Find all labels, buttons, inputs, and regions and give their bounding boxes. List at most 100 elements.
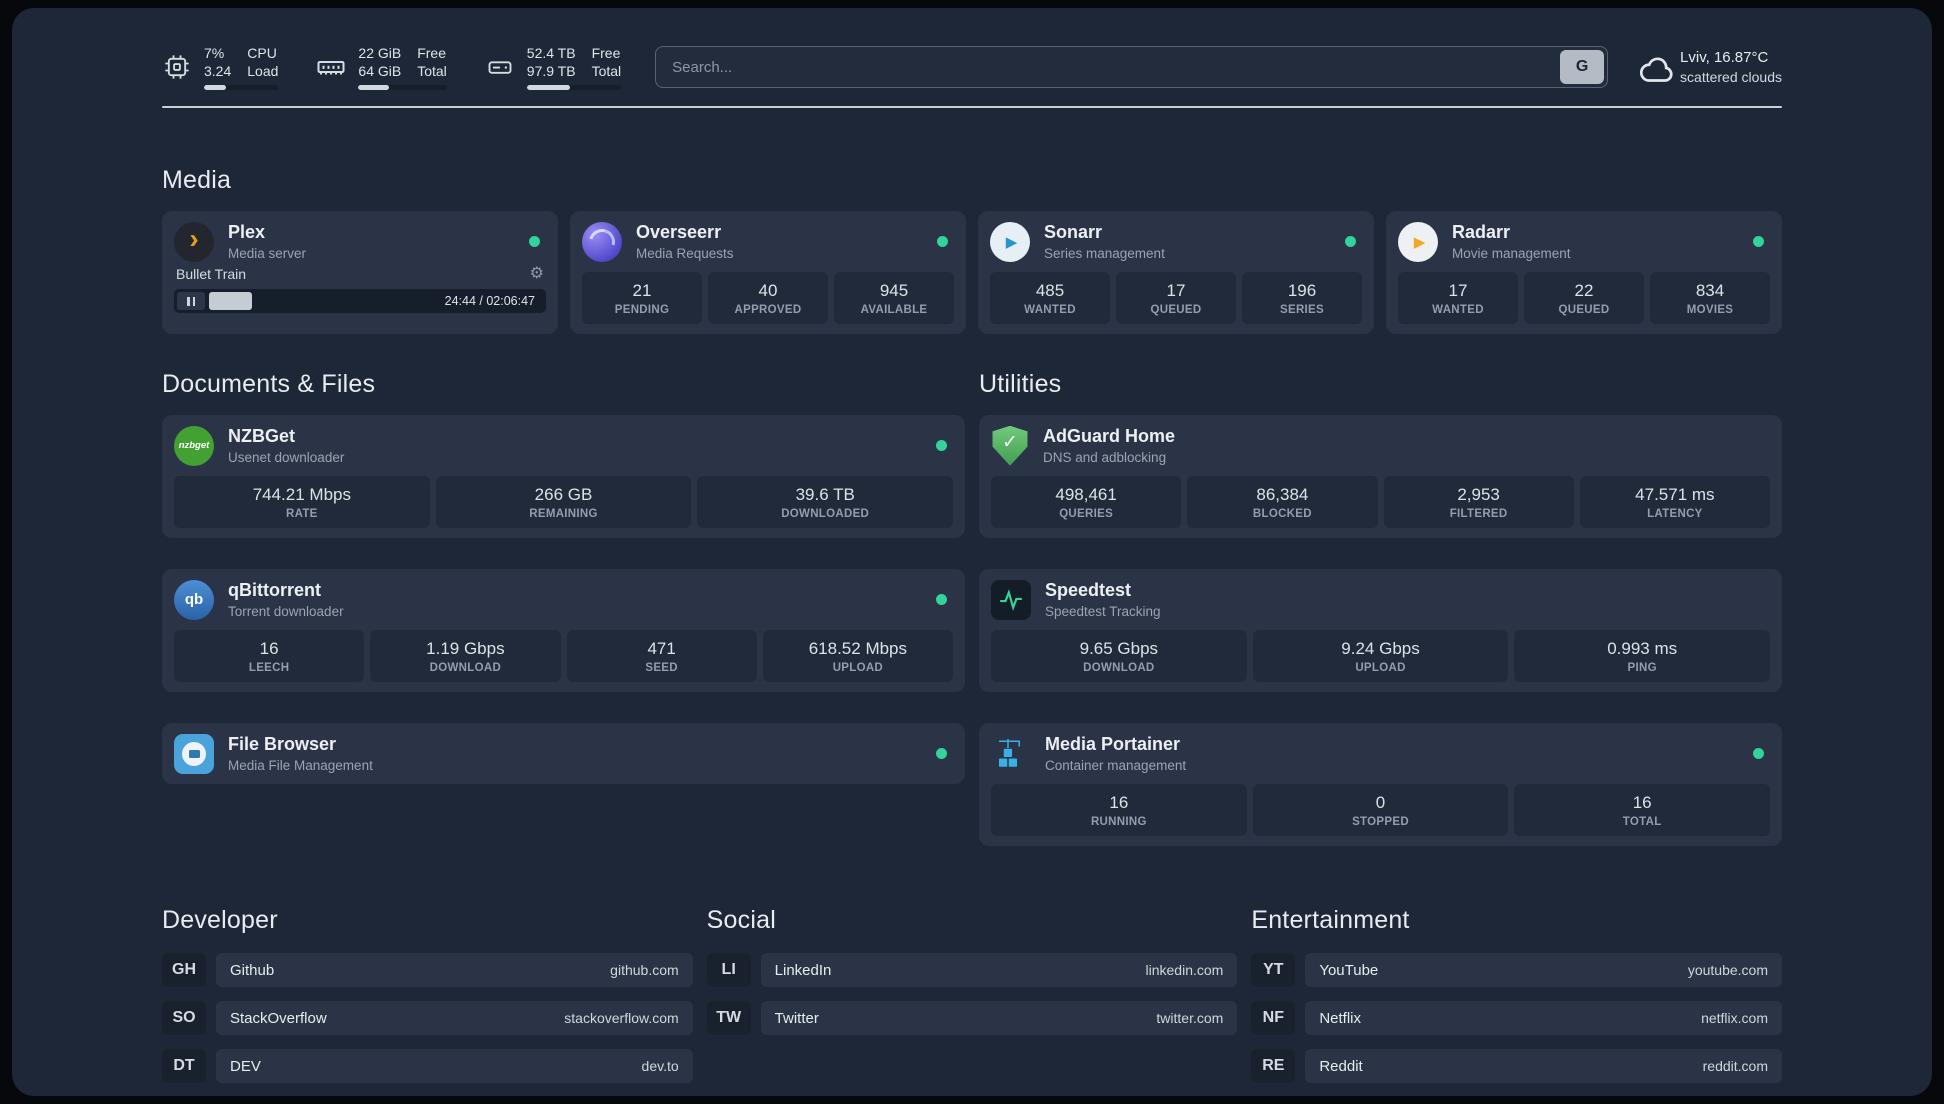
- search-input[interactable]: [655, 46, 1609, 89]
- plex-player-bar: 24:44 / 02:06:47: [174, 289, 546, 314]
- bookmark-stackoverflow[interactable]: SO StackOverflow stackoverflow.com: [162, 1001, 693, 1036]
- bookmark-abbr: DT: [162, 1049, 206, 1084]
- bookmark-abbr: SO: [162, 1001, 206, 1036]
- service-subtitle-portainer: Container management: [1045, 757, 1187, 773]
- service-subtitle-overseerr: Media Requests: [636, 245, 734, 261]
- weather-location: Lviv, 16.87°C: [1680, 48, 1769, 66]
- service-name-radarr: Radarr: [1452, 222, 1511, 243]
- section-documents: Documents & Files nzbget NZBGet Usenet d…: [162, 370, 965, 785]
- service-name-filebrowser: File Browser: [228, 734, 337, 755]
- disk-values: 52.4 TB 97.9 TB: [526, 45, 576, 80]
- disk-icon: [485, 52, 515, 82]
- service-card-adguard[interactable]: ✓ AdGuard Home DNS and adblocking 498,46…: [979, 415, 1782, 539]
- pause-button[interactable]: [177, 292, 205, 311]
- bookmark-youtube[interactable]: YT YouTube youtube.com: [1251, 953, 1782, 988]
- stat-tile: 21 PENDING: [582, 272, 702, 325]
- status-dot: [936, 748, 947, 760]
- memory-widget: 22 GiB 64 GiB Free Total: [316, 44, 447, 91]
- header-divider: [162, 106, 1782, 109]
- service-name-sonarr: Sonarr: [1044, 222, 1103, 243]
- stat-tile: 40 APPROVED: [708, 272, 828, 325]
- resource-widgets: 7% 3.24 CPU Load 22 GiB 64 GiB Free Tota…: [162, 44, 622, 91]
- service-card-speedtest[interactable]: Speedtest Speedtest Tracking 9.65 Gbps D…: [979, 569, 1782, 693]
- service-subtitle-speedtest: Speedtest Tracking: [1045, 603, 1161, 619]
- stat-tile: 196 SERIES: [1242, 272, 1362, 325]
- bookmark-url: stackoverflow.com: [564, 1010, 679, 1027]
- settings-gear-icon[interactable]: ⚙: [530, 266, 544, 282]
- section-title-documents: Documents & Files: [162, 370, 376, 399]
- bookmark-abbr: LI: [706, 953, 751, 988]
- service-name-qbittorrent: qBittorrent: [228, 580, 321, 601]
- service-name-nzbget: NZBGet: [228, 426, 295, 447]
- stat-tile: 471 SEED: [566, 630, 757, 683]
- status-dot: [1345, 236, 1356, 248]
- section-media: Media › Plex Media server Bullet Train ⚙…: [162, 166, 1782, 335]
- service-card-plex[interactable]: › Plex Media server Bullet Train ⚙ 24:44…: [162, 211, 558, 335]
- status-dot: [1753, 748, 1764, 760]
- bookmark-group-title: Social: [706, 906, 776, 935]
- service-card-portainer[interactable]: Media Portainer Container management 16 …: [979, 723, 1782, 847]
- bookmark-url: youtube.com: [1687, 962, 1768, 979]
- service-subtitle-nzbget: Usenet downloader: [228, 449, 345, 465]
- service-card-overseerr[interactable]: Overseerr Media Requests 21 PENDING 40 A…: [570, 211, 966, 335]
- stat-tile: 17 QUEUED: [1116, 272, 1236, 325]
- bookmark-reddit[interactable]: RE Reddit reddit.com: [1251, 1049, 1782, 1084]
- service-subtitle-radarr: Movie management: [1452, 245, 1571, 261]
- service-subtitle-filebrowser: Media File Management: [228, 757, 373, 773]
- overseerr-icon: [582, 221, 622, 262]
- bookmark-url: reddit.com: [1702, 1058, 1768, 1075]
- service-card-radarr[interactable]: ▶ Radarr Movie management 17 WANTED 22 Q…: [1386, 211, 1782, 335]
- bookmark-name: StackOverflow: [230, 1009, 327, 1027]
- playback-time: 24:44 / 02:06:47: [444, 294, 535, 309]
- stat-tile: 744.21 Mbps RATE: [174, 476, 430, 529]
- stat-tile: 834 MOVIES: [1650, 272, 1770, 325]
- status-dot: [936, 594, 947, 606]
- bookmark-group-entertainment: Entertainment YT YouTube youtube.com NF …: [1251, 906, 1782, 1084]
- playback-progress-track[interactable]: 24:44 / 02:06:47: [209, 292, 543, 311]
- bookmark-dev[interactable]: DT DEV dev.to: [162, 1049, 693, 1084]
- bookmark-linkedin[interactable]: LI LinkedIn linkedin.com: [706, 953, 1238, 988]
- adguard-shield-icon: ✓: [992, 425, 1028, 466]
- service-name-portainer: Media Portainer: [1045, 734, 1181, 755]
- stat-tile: 9.65 Gbps DOWNLOAD: [991, 630, 1247, 683]
- service-name-plex: Plex: [228, 222, 266, 243]
- bookmark-twitter[interactable]: TW Twitter twitter.com: [706, 1001, 1238, 1036]
- bookmark-name: Twitter: [774, 1009, 819, 1027]
- bookmark-name: Reddit: [1319, 1057, 1363, 1075]
- playback-progress-fill: [209, 292, 253, 311]
- memory-usage-bar: [358, 85, 447, 91]
- bookmark-abbr: GH: [162, 953, 206, 988]
- disk-labels: Free Total: [591, 45, 622, 80]
- bookmark-abbr: YT: [1251, 953, 1296, 988]
- bookmark-abbr: RE: [1251, 1049, 1296, 1084]
- service-card-qbittorrent[interactable]: qb qBittorrent Torrent downloader 16 LEE…: [162, 569, 965, 693]
- bookmark-group-developer: Developer GH Github github.com SO StackO…: [162, 906, 693, 1084]
- bookmark-netflix[interactable]: NF Netflix netflix.com: [1251, 1001, 1782, 1036]
- service-card-filebrowser[interactable]: File Browser Media File Management: [162, 723, 965, 785]
- bookmark-name: Netflix: [1319, 1009, 1362, 1027]
- stat-tile: 0 STOPPED: [1252, 784, 1509, 837]
- dashboard: 7% 3.24 CPU Load 22 GiB 64 GiB Free Tota…: [12, 8, 1932, 1096]
- bookmark-name: Github: [230, 961, 275, 979]
- bookmark-url: twitter.com: [1156, 1010, 1224, 1027]
- stat-tile: 2,953 FILTERED: [1383, 476, 1574, 529]
- stat-tile: 86,384 BLOCKED: [1187, 476, 1378, 529]
- cpu-icon: [162, 52, 192, 82]
- service-subtitle-qbittorrent: Torrent downloader: [228, 603, 344, 619]
- stat-tile: 266 GB REMAINING: [435, 476, 692, 529]
- stat-tile: 39.6 TB DOWNLOADED: [697, 476, 954, 529]
- cloud-icon: [1638, 52, 1673, 83]
- stat-tile: 0.993 ms PING: [1514, 630, 1771, 683]
- stat-tile: 17 WANTED: [1398, 272, 1518, 325]
- section-title-media: Media: [162, 166, 232, 195]
- service-card-sonarr[interactable]: ▶ Sonarr Series management 485 WANTED 17…: [978, 211, 1374, 335]
- section-title-utilities: Utilities: [979, 370, 1062, 399]
- now-playing-title: Bullet Train: [176, 266, 247, 283]
- service-card-nzbget[interactable]: nzbget NZBGet Usenet downloader 744.21 M…: [162, 415, 965, 539]
- stat-tile: 47.571 ms LATENCY: [1579, 476, 1770, 529]
- bookmark-github[interactable]: GH Github github.com: [162, 953, 693, 988]
- weather-condition: scattered clouds: [1680, 68, 1782, 85]
- stat-tile: 498,461 QUERIES: [991, 476, 1182, 529]
- service-subtitle-sonarr: Series management: [1044, 245, 1165, 261]
- search-provider-button[interactable]: G: [1560, 50, 1605, 85]
